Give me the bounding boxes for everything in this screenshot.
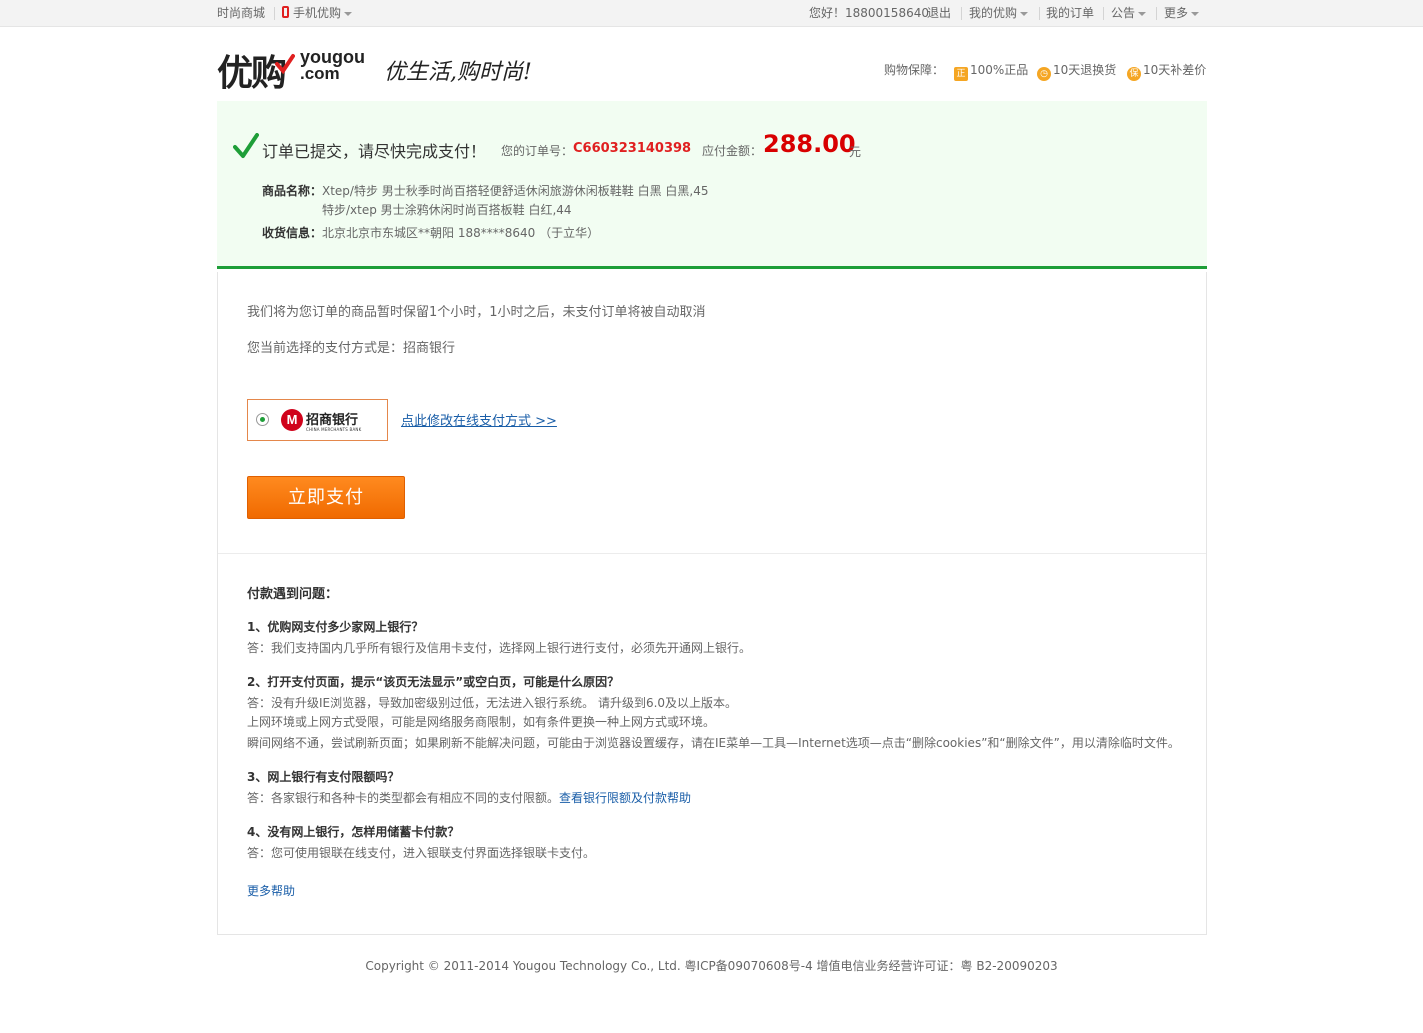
divider <box>1156 7 1157 20</box>
slogan: 优生活,购时尚! <box>384 60 532 85</box>
faq-answer: 答：您可使用银联在线支付，进入银联支付界面选择银联卡支付。 <box>247 846 596 860</box>
my-yougou-label: 我的优购 <box>969 6 1018 20</box>
footer-copyright: Copyright © 2011-2014 Yougou Technology … <box>365 959 1058 973</box>
faq-question: 3、网上银行有支付限额吗？ <box>247 770 400 784</box>
protect-icon: 保 <box>1127 67 1141 81</box>
order-number: C660323140398 <box>573 141 692 156</box>
more-label: 更多 <box>1164 6 1189 20</box>
product-name: Xtep/特步 男士秋季时尚百搭轻便舒适休闲旅游休闲板鞋鞋 白黑 白黑,45 <box>322 184 709 198</box>
faq-question: 4、没有网上银行，怎样用储蓄卡付款？ <box>247 825 460 839</box>
notice-label: 公告 <box>1111 6 1136 20</box>
success-check-icon <box>233 133 259 158</box>
hold-tip: 我们将为您订单的商品暂时保留1个小时，1小时之后，未支付订单将被自动取消 <box>247 305 706 320</box>
shipping-info: 北京北京市东城区**朝阳 188****8640 （于立华） <box>322 226 600 240</box>
faq-answer: 答：没有升级IE浏览器，导致加密级别过低，无法进入银行系统。 请升级到6.0及以… <box>247 696 738 710</box>
change-payment-link[interactable]: 点此修改在线支付方式 >> <box>401 410 557 429</box>
shop-link[interactable]: 时尚商城 <box>217 6 265 21</box>
product-name: 特步/xtep 男士涂鸦休闲时尚百搭板鞋 白红,44 <box>322 203 572 217</box>
chevron-down-icon <box>344 11 353 16</box>
more-help-link[interactable]: 更多帮助 <box>247 882 295 899</box>
faq-answer-text: 答：各家银行和各种卡的类型都会有相应不同的支付限额。 <box>247 791 560 805</box>
my-orders-link[interactable]: 我的订单 <box>1046 6 1094 21</box>
product-label: 商品名称： <box>262 184 323 198</box>
cmb-logo-icon <box>281 409 303 431</box>
bank-limit-help-link[interactable]: 查看银行限额及付款帮助 <box>559 791 691 805</box>
chevron-down-icon <box>1191 11 1200 16</box>
bank-en-name: CHINA MERCHANTS BANK <box>306 427 362 432</box>
divider <box>961 7 962 20</box>
order-amount: 288.00 <box>763 130 856 158</box>
faq-title: 付款遇到问题： <box>247 587 339 602</box>
chevron-down-icon <box>1020 11 1029 16</box>
top-bar: 时尚商城 手机优购 您好！18800158640 退出 我的优购 我的订单 公告… <box>0 0 1423 27</box>
bank-name: 招商银行 <box>306 413 359 428</box>
guarantee-price: 保 10天补差价 <box>1127 63 1206 81</box>
faq-question: 1、优购网支付多少家网上银行？ <box>247 620 424 634</box>
mobile-label: 手机优购 <box>293 6 342 20</box>
my-yougou-menu[interactable]: 我的优购 <box>969 6 1029 21</box>
faq-answer: 答：各家银行和各种卡的类型都会有相应不同的支付限额。查看银行限额及付款帮助 <box>247 789 691 806</box>
logo-en-domain: .com <box>300 64 340 83</box>
pay-now-button[interactable]: 立即支付 <box>247 476 405 519</box>
order-title: 订单已提交，请尽快完成支付！ <box>262 142 487 161</box>
guarantee-text: 100%正品 <box>970 63 1029 77</box>
guarantee-label: 购物保障： <box>884 63 945 77</box>
shipping-label: 收货信息： <box>262 226 323 240</box>
order-summary: 订单已提交，请尽快完成支付！ 您的订单号： C660323140398 应付金额… <box>217 101 1207 269</box>
currency-label: 元 <box>849 145 862 159</box>
divider <box>1039 7 1040 20</box>
faq-question: 2、打开支付页面，提示“该页无法显示”或空白页，可能是什么原因？ <box>247 675 620 689</box>
logo-check-icon <box>275 54 295 75</box>
greeting: 您好！18800158640 <box>809 6 929 20</box>
bank-radio[interactable] <box>256 413 269 426</box>
divider <box>1103 7 1104 20</box>
guarantee-authentic: 正 100%正品 <box>954 63 1028 81</box>
clock-icon: ◷ <box>1037 67 1051 81</box>
faq-answer: 答：我们支持国内几乎所有银行及信用卡支付，选择网上银行进行支付，必须先开通网上银… <box>247 641 752 655</box>
amount-label: 应付金额： <box>702 144 763 158</box>
guarantee-return: ◷ 10天退换货 <box>1037 63 1116 81</box>
faq-answer: 瞬间网络不通，尝试刷新页面；如果刷新不能解决问题，可能由于浏览器设置缓存，请在I… <box>247 736 1180 750</box>
method-tip: 您当前选择的支付方式是：招商银行 <box>247 341 456 356</box>
guarantee-text: 10天退换货 <box>1053 63 1117 77</box>
phone-icon <box>282 6 289 18</box>
more-menu[interactable]: 更多 <box>1164 6 1200 21</box>
chevron-down-icon <box>1138 11 1147 16</box>
notice-menu[interactable]: 公告 <box>1111 6 1147 21</box>
mobile-link[interactable]: 手机优购 <box>282 6 353 21</box>
bank-option[interactable]: 招商银行 CHINA MERCHANTS BANK <box>247 399 388 441</box>
authentic-icon: 正 <box>954 67 968 81</box>
guarantee-text: 10天补差价 <box>1143 63 1207 77</box>
logout-link[interactable]: 退出 <box>927 6 951 21</box>
payment-panel: 我们将为您订单的商品暂时保留1个小时，1小时之后，未支付订单将被自动取消 您当前… <box>217 272 1207 935</box>
divider <box>274 7 275 20</box>
divider <box>218 553 1206 554</box>
faq-answer: 上网环境或上网方式受限，可能是网络服务商限制，如有条件更换一种上网方式或环境。 <box>247 715 716 729</box>
order-no-label: 您的订单号： <box>501 144 574 158</box>
